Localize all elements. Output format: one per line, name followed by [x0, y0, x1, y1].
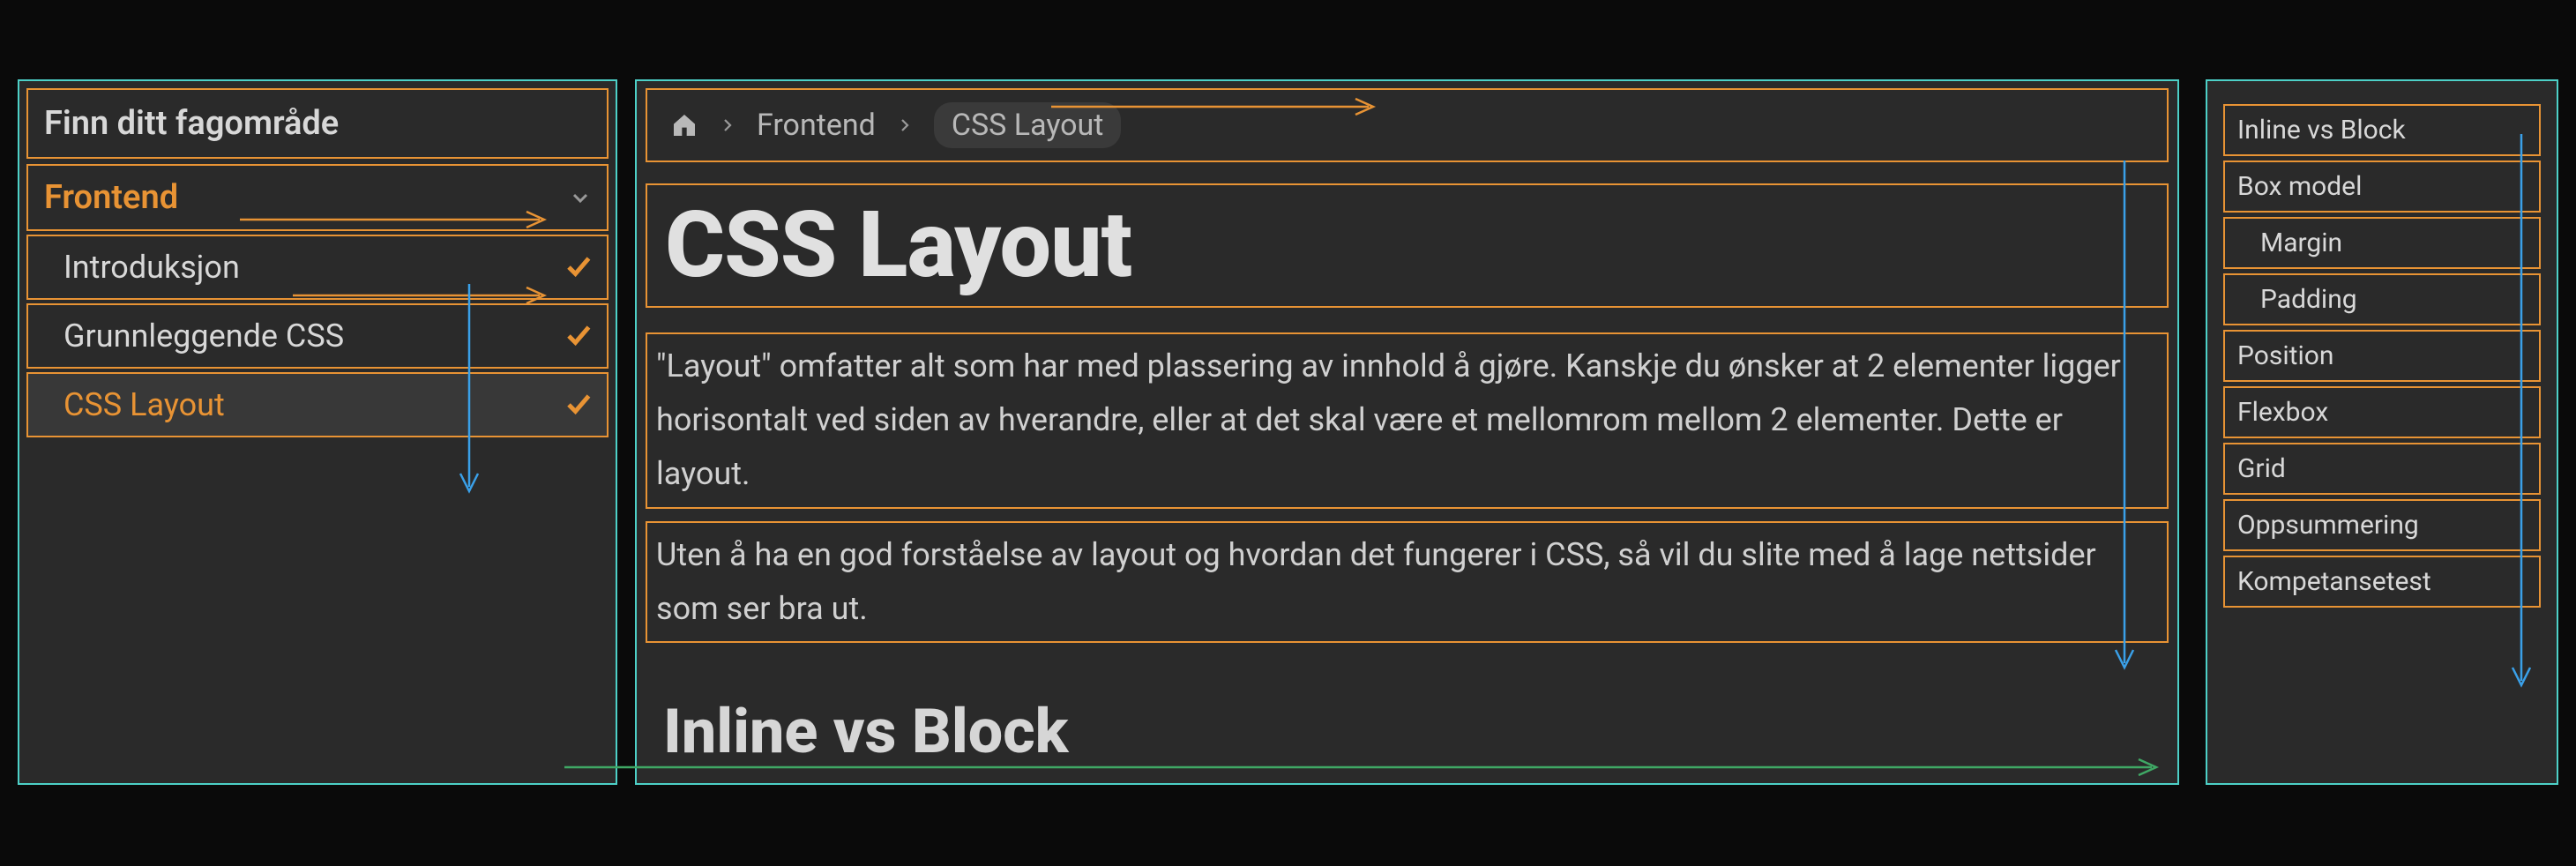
toc-item-kompetansetest[interactable]: Kompetansetest — [2223, 556, 2541, 608]
category-label: Frontend — [44, 178, 178, 217]
breadcrumb-item-current[interactable]: CSS Layout — [934, 102, 1122, 148]
chevron-right-icon — [897, 117, 913, 133]
toc-item-margin[interactable]: Margin — [2223, 217, 2541, 269]
breadcrumb-item-frontend[interactable]: Frontend — [757, 108, 876, 143]
sidebar-item-introduksjon[interactable]: Introduksjon — [26, 235, 609, 300]
toc-item-flexbox[interactable]: Flexbox — [2223, 386, 2541, 438]
intro-paragraph-1: "Layout" omfatter alt som har med plasse… — [646, 332, 2169, 509]
navigation-sidebar: Finn ditt fagområde Frontend Introduksjo… — [18, 79, 617, 785]
toc-item-box-model[interactable]: Box model — [2223, 161, 2541, 213]
toc-item-inline-vs-block[interactable]: Inline vs Block — [2223, 104, 2541, 156]
check-icon — [564, 323, 591, 349]
intro-paragraph-2: Uten å ha en god forståelse av layout og… — [646, 521, 2169, 643]
sidebar-item-css-layout[interactable]: CSS Layout — [26, 372, 609, 437]
toc-item-position[interactable]: Position — [2223, 330, 2541, 382]
sidebar-category-frontend[interactable]: Frontend — [26, 164, 609, 231]
chevron-down-icon — [570, 187, 591, 208]
page-title: CSS Layout — [646, 183, 2169, 308]
check-icon — [564, 392, 591, 418]
check-icon — [564, 254, 591, 280]
sidebar-item-label: Grunnleggende CSS — [63, 317, 344, 355]
sidebar-item-grunnleggende-css[interactable]: Grunnleggende CSS — [26, 303, 609, 369]
toc-item-padding[interactable]: Padding — [2223, 273, 2541, 325]
toc-item-grid[interactable]: Grid — [2223, 443, 2541, 495]
sidebar-title: Finn ditt fagområde — [26, 88, 609, 159]
chevron-right-icon — [720, 117, 735, 133]
main-content: Frontend CSS Layout CSS Layout "Layout" … — [635, 79, 2179, 785]
section-heading-inline-vs-block: Inline vs Block — [646, 696, 2169, 768]
breadcrumb: Frontend CSS Layout — [646, 88, 2169, 162]
sidebar-item-label: Introduksjon — [63, 249, 240, 286]
sidebar-item-label: CSS Layout — [63, 386, 225, 423]
app-layout: Finn ditt fagområde Frontend Introduksjo… — [0, 71, 2576, 794]
toc-item-oppsummering[interactable]: Oppsummering — [2223, 499, 2541, 551]
home-icon[interactable] — [670, 111, 698, 139]
table-of-contents: Inline vs Block Box model Margin Padding… — [2206, 79, 2558, 785]
